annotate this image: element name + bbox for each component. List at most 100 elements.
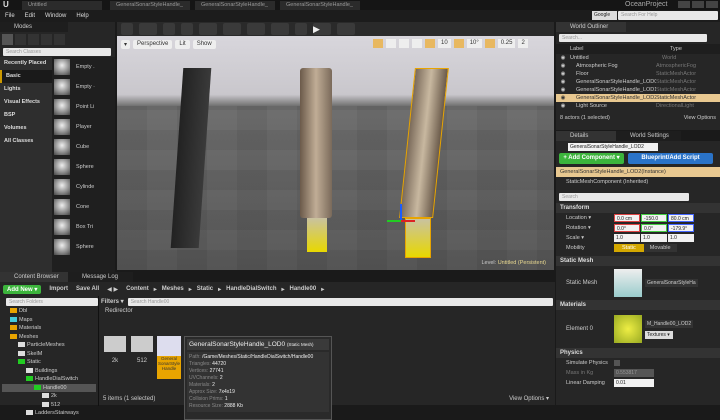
col-label[interactable]: Label xyxy=(570,46,670,52)
grid-snap-icon[interactable] xyxy=(425,39,435,48)
source-control-icon[interactable] xyxy=(139,23,157,35)
outliner-search-input[interactable]: Search... xyxy=(559,34,707,42)
launch-icon[interactable] xyxy=(337,23,355,35)
class-item[interactable]: Cylinde xyxy=(52,177,115,197)
help-search-input[interactable]: Search For Help xyxy=(618,11,718,20)
static-mesh-section[interactable]: Static Mesh xyxy=(556,256,720,266)
category-volumes[interactable]: Volumes xyxy=(0,122,52,135)
save-icon[interactable] xyxy=(121,23,133,35)
menu-help[interactable]: Help xyxy=(76,13,88,19)
breadcrumb-arrow-icon[interactable]: ▸ xyxy=(281,286,284,293)
paint-mode-icon[interactable] xyxy=(15,34,26,45)
compile-icon[interactable] xyxy=(295,23,307,35)
modes-tab[interactable]: Modes xyxy=(0,22,68,32)
message-log-tab[interactable]: Message Log xyxy=(68,272,133,282)
viewport-menu-button[interactable]: ▾ xyxy=(121,40,131,49)
location-label[interactable]: Location ▾ xyxy=(566,215,614,221)
rotation-label[interactable]: Rotation ▾ xyxy=(566,225,614,231)
folder-search-input[interactable]: Search Folders xyxy=(6,298,98,306)
lit-button[interactable]: Lit xyxy=(175,40,190,49)
outliner-row[interactable]: ◉ Untitled World xyxy=(556,54,720,62)
scale-icon[interactable] xyxy=(399,39,409,48)
transform-section[interactable]: Transform xyxy=(556,203,720,213)
outliner-row[interactable]: ◉ GeneralSonarStyleHandle_LOD0 StaticMeshA… xyxy=(556,78,720,86)
perspective-button[interactable]: Perspective xyxy=(133,40,173,49)
matinee-icon[interactable] xyxy=(247,23,265,35)
rotation-y[interactable]: 0.0° xyxy=(641,224,667,232)
scale-z[interactable]: 1.0 xyxy=(668,234,694,242)
settings-icon[interactable] xyxy=(199,23,217,35)
menu-window[interactable]: Window xyxy=(45,13,66,19)
textures-dropdown[interactable]: Textures ▾ xyxy=(645,330,673,339)
visibility-eye-icon[interactable]: ◉ xyxy=(556,79,570,85)
rotation-z[interactable]: -179.9° xyxy=(668,224,694,232)
scale-label[interactable]: Scale ▾ xyxy=(566,235,614,241)
maximize-icon[interactable] xyxy=(692,1,704,8)
place-mode-icon[interactable] xyxy=(2,34,13,45)
gizmo-x-axis[interactable] xyxy=(401,220,415,222)
world-outliner-tab[interactable]: World Outliner xyxy=(556,22,626,32)
class-search-input[interactable]: Search Classes xyxy=(3,48,111,56)
rotate-icon[interactable] xyxy=(386,39,396,48)
rotation-snap-icon[interactable] xyxy=(453,39,464,48)
breadcrumb-item[interactable]: HandleDialSwitch xyxy=(226,286,276,293)
world-local-icon[interactable] xyxy=(412,39,422,48)
outliner-row[interactable]: ◉ GeneralSonarStyleHandle_LOD2 StaticMeshA… xyxy=(556,94,720,102)
foliage-mode-icon[interactable] xyxy=(41,34,52,45)
category-basic[interactable]: Basic xyxy=(0,70,52,83)
class-item[interactable]: Empty . xyxy=(52,57,115,77)
play-icon[interactable]: ▶ xyxy=(313,23,331,35)
class-item[interactable]: Sphere xyxy=(52,237,115,257)
visibility-eye-icon[interactable]: ◉ xyxy=(556,63,570,69)
folder-item[interactable]: SkelM xyxy=(2,350,96,359)
outliner-row[interactable]: ◉ Atmospheric Fog AtmosphericFog xyxy=(556,62,720,70)
class-item[interactable]: Box Tri xyxy=(52,217,115,237)
folder-item[interactable]: Materials xyxy=(2,324,96,333)
visibility-eye-icon[interactable]: ◉ xyxy=(556,87,570,93)
material-thumbnail[interactable] xyxy=(614,315,642,343)
back-forward-icon[interactable]: ◀ ▶ xyxy=(107,286,118,293)
tab-asset-2[interactable]: GeneralSonarStyleHandle_ xyxy=(195,1,275,10)
breadcrumb-item[interactable]: Handle00 xyxy=(290,286,317,293)
details-tab[interactable]: Details xyxy=(556,131,616,141)
rotation-snap-value[interactable]: 10° xyxy=(466,39,482,48)
minimize-icon[interactable] xyxy=(678,1,690,8)
blueprint-add-script-button[interactable]: Blueprint/Add Script xyxy=(628,153,713,164)
visibility-eye-icon[interactable]: ◉ xyxy=(556,103,570,109)
translate-icon[interactable] xyxy=(373,39,383,48)
instance-row[interactable]: GeneralSonarStyleHandle_LOD2(Instance) xyxy=(556,167,720,177)
tab-asset-1[interactable]: GeneralSonarStyleHandle_ xyxy=(110,1,190,10)
static-mesh-thumbnail[interactable] xyxy=(614,269,642,297)
outliner-row[interactable]: ◉ GeneralSonarStyleHandle_LOD1 StaticMeshA… xyxy=(556,86,720,94)
category-visual-effects[interactable]: Visual Effects xyxy=(0,96,52,109)
world-settings-tab[interactable]: World Settings xyxy=(616,131,681,141)
geometry-mode-icon[interactable] xyxy=(54,34,65,45)
visibility-eye-icon[interactable]: ◉ xyxy=(556,95,570,101)
category-all-classes[interactable]: All Classes xyxy=(0,135,52,148)
breadcrumb-item[interactable]: Meshes xyxy=(162,286,184,293)
linear-damping-input[interactable]: 0.01 xyxy=(614,379,654,387)
breadcrumb-arrow-icon[interactable]: ▸ xyxy=(154,286,157,293)
mobility-movable-button[interactable]: Movable xyxy=(643,244,677,252)
breadcrumb-arrow-icon[interactable]: ▸ xyxy=(218,286,221,293)
asset-search-input[interactable]: Search Handle00 xyxy=(127,298,553,306)
folder-asset-2k[interactable]: 2k xyxy=(104,336,126,364)
visibility-eye-icon[interactable]: ◉ xyxy=(556,55,570,61)
landscape-mode-icon[interactable] xyxy=(28,34,39,45)
component-row[interactable]: StaticMeshComponent (Inherited) xyxy=(556,177,720,187)
close-icon[interactable] xyxy=(706,1,718,8)
visibility-eye-icon[interactable]: ◉ xyxy=(556,71,570,77)
rotation-x[interactable]: 0.0° xyxy=(614,224,640,232)
folder-item[interactable]: Handle00 xyxy=(2,383,96,392)
scale-y[interactable]: 1.0 xyxy=(641,234,667,242)
menu-edit[interactable]: Edit xyxy=(25,13,35,19)
location-x[interactable]: 0.0 cm xyxy=(614,214,640,222)
breadcrumb-item[interactable]: Content xyxy=(126,286,149,293)
folder-item[interactable]: Dbl xyxy=(2,307,96,316)
content-browser-tab[interactable]: Content Browser xyxy=(0,272,68,282)
save-all-button[interactable]: Save All xyxy=(76,286,99,292)
material-dropdown[interactable]: M_Handle00_LOD2 xyxy=(645,319,694,328)
filters-button[interactable]: Filters ▾ xyxy=(101,298,124,306)
add-new-button[interactable]: Add New ▾ xyxy=(3,284,42,294)
mesh-lod1[interactable] xyxy=(300,68,332,218)
